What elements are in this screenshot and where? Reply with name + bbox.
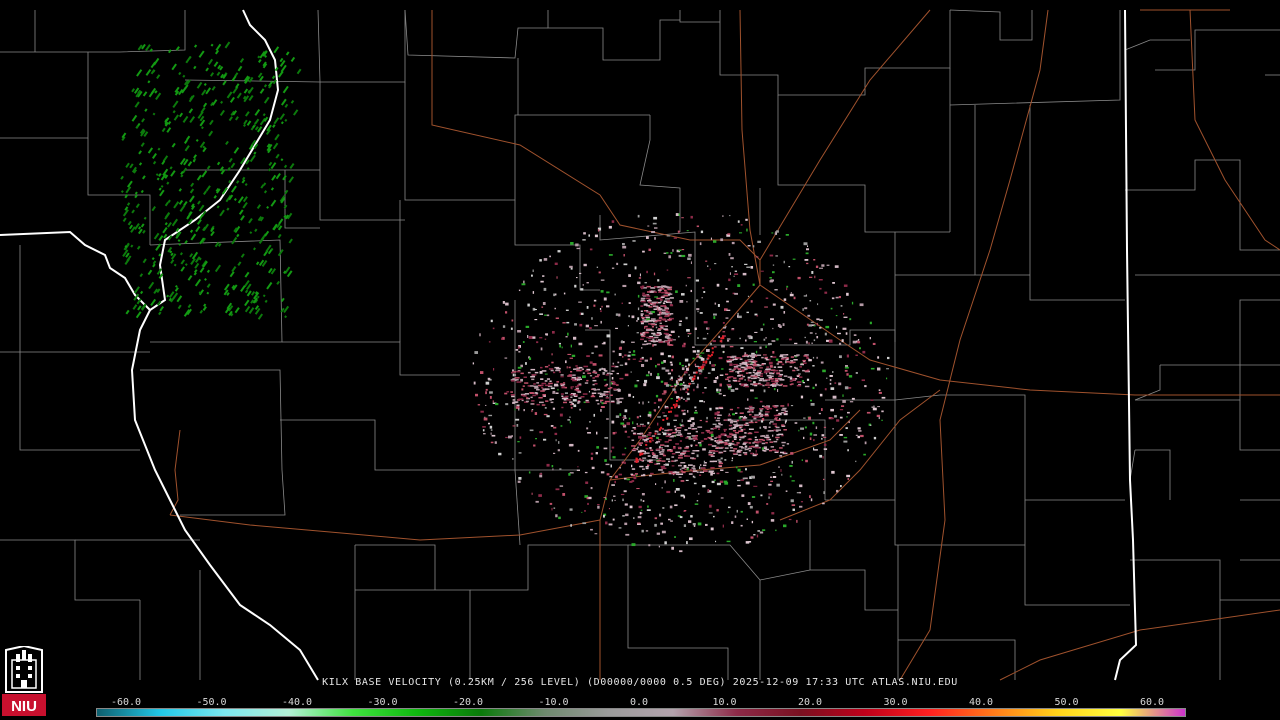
colorbar-label: -10.0 [538,697,569,708]
niu-logo: NIU [2,646,46,716]
datetime: 2025-12-09 17:33 UTC [732,677,866,688]
state-boundaries [0,9,1138,681]
velocity-colorbar [96,708,1186,717]
colorbar-label: 20.0 [797,697,823,708]
volume-info: (D00000/0000 [587,677,667,688]
colorbar-label: -40.0 [281,697,313,708]
source: ATLAS.NIU.EDU [871,677,958,688]
station-id: KILX [322,677,349,688]
colorbar-label: 10.0 [712,697,737,708]
colorbar-label: 50.0 [1054,697,1079,708]
product-caption: KILX BASE VELOCITY (0.25KM / 256 LEVEL) … [0,677,1280,688]
colorbar-label: -50.0 [196,697,227,708]
resolution: (0.25KM / 256 LEVEL) [447,677,581,688]
radar-map [0,9,1280,681]
colorbar-label: -60.0 [110,697,142,708]
logo-text: NIU [11,698,37,715]
colorbar-label: -30.0 [367,697,398,708]
colorbar-label: 0.0 [629,697,649,708]
product-name: BASE VELOCITY [355,677,442,688]
colorbar-label: 60.0 [1139,697,1165,708]
colorbar-label: 40.0 [968,697,994,708]
radar-echoes [120,41,890,553]
colorbar-label: 30.0 [883,697,908,708]
elevation: 0.5 DEG) [673,677,727,688]
colorbar-label: -20.0 [452,697,484,708]
